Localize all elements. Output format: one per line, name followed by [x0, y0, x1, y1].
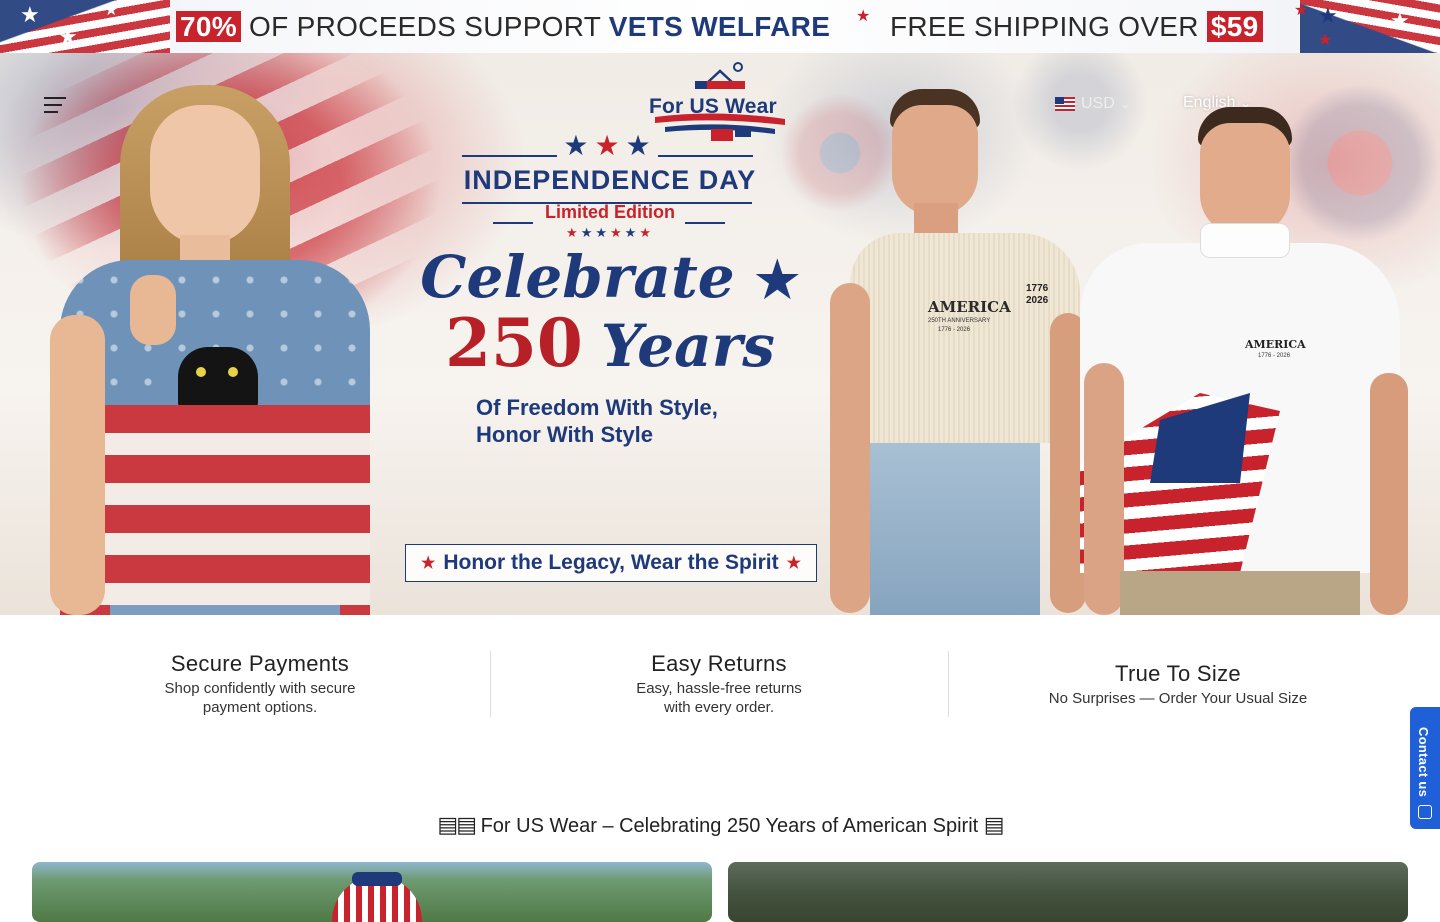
- shipping-amount: $59: [1206, 11, 1263, 42]
- announcement-bar: ★ ★ ★ ★ ★ ★ ★ ★ 70% OF PROCEEDS SUPPORT …: [0, 0, 1440, 53]
- years-number: 250: [445, 304, 583, 382]
- shirt2-print-years: 1776 - 2026: [1258, 353, 1291, 359]
- sleeve-year-1: 1776: [1026, 283, 1049, 294]
- logo-text: For US Wear: [649, 95, 777, 118]
- model-woman-image: [50, 85, 380, 615]
- contact-us-tab[interactable]: Contact us: [1410, 707, 1440, 829]
- tagline-line-1: Of Freedom With Style,: [476, 395, 718, 420]
- feature-desc: No Surprises — Order Your Usual Size: [1048, 690, 1308, 707]
- section-heading: ▤▤ For US Wear – Celebrating 250 Years o…: [0, 812, 1440, 838]
- feature-desc: Easy, hassle-free returns with every orde…: [636, 680, 802, 716]
- contact-us-label: Contact us: [1416, 727, 1431, 798]
- model-man-henley-image: AMERICA 250TH ANNIVERSARY 1776 - 2026 17…: [830, 83, 1090, 615]
- vets-welfare-text: VETS WELFARE: [608, 11, 831, 42]
- sleeve-year-2: 2026: [1026, 295, 1049, 306]
- section-heading-text: For US Wear – Celebrating 250 Years of A…: [480, 815, 979, 837]
- hero-headline: ★ ★ ★ INDEPENDENCE DAY Limited Edition ★★★…: [400, 131, 820, 582]
- shirt2-print-text: AMERICA: [1245, 338, 1306, 351]
- menu-icon[interactable]: [44, 97, 66, 113]
- shipping-message: FREE SHIPPING OVER $59: [890, 11, 1263, 43]
- feature-title: Easy Returns: [651, 651, 787, 676]
- hero-banner[interactable]: For US Wear USD ⌄ English ⌄ ★★★ INDEPEND…: [0, 53, 1440, 615]
- feature-desc: Shop confidently with secure payment opti…: [164, 680, 356, 716]
- legacy-text: Honor the Legacy, Wear the Spirit: [443, 551, 779, 574]
- shipping-text: FREE SHIPPING OVER: [890, 11, 1199, 42]
- star-icon: ★: [1318, 3, 1338, 28]
- star-icon: ★: [104, 2, 119, 19]
- flag-emoji-icon: ▤: [983, 812, 1005, 837]
- feature-easy-returns: Easy Returns Easy, hassle-free returns wi…: [490, 651, 948, 717]
- star-icon: ★: [1390, 8, 1410, 33]
- star-icon: ★: [856, 8, 871, 25]
- collection-card-image[interactable]: [728, 862, 1408, 922]
- star-icon: ★: [754, 250, 800, 309]
- years-heading: 250 Years: [400, 308, 820, 380]
- feature-title: Secure Payments: [170, 651, 350, 676]
- features-strip: Secure Payments Shop confidently with se…: [0, 615, 1440, 755]
- divider-line: [462, 202, 752, 204]
- star-icon: ★: [1318, 32, 1333, 49]
- flag-emoji-icon: ▤▤: [437, 812, 477, 837]
- collection-card-image[interactable]: [32, 862, 712, 922]
- divider-line: [685, 222, 725, 224]
- proceeds-text: OF PROCEEDS SUPPORT: [249, 11, 601, 42]
- star-icon: ★: [58, 24, 78, 49]
- independence-day-title: INDEPENDENCE DAY: [463, 165, 757, 195]
- divider-line: [658, 155, 753, 157]
- mini-stars-decoration: ★★★★★★: [566, 225, 654, 240]
- feature-title: True To Size: [1115, 661, 1241, 686]
- sleeve-print: 1776 2026: [1026, 283, 1066, 307]
- divider-line: [493, 222, 533, 224]
- shirt-print-years: 1776 - 2026: [938, 327, 971, 333]
- shirt-print-text: AMERICA: [928, 298, 1011, 316]
- percent-badge: 70%: [176, 11, 241, 42]
- star-icon: ★: [20, 2, 40, 27]
- star-icon: ★: [1294, 2, 1309, 19]
- celebrate-word: Celebrate: [420, 243, 735, 311]
- tagline-line-2: Honor With Style: [476, 422, 654, 447]
- feature-secure-payments: Secure Payments Shop confidently with se…: [31, 651, 489, 717]
- years-word: Years: [600, 312, 775, 380]
- star-icon: ★: [786, 555, 801, 572]
- shirt-print-subtext: 250TH ANNIVERSARY: [928, 318, 991, 324]
- celebrate-heading: Celebrate ★: [400, 245, 820, 312]
- limited-edition-label: Limited Edition: [545, 202, 675, 222]
- tagline: Of Freedom With Style, Honor With Style: [476, 394, 820, 448]
- model-man-polo-image: AMERICA 1776 - 2026: [1070, 93, 1420, 615]
- divider-line: [462, 155, 557, 157]
- proceeds-message: 70% OF PROCEEDS SUPPORT VETS WELFARE: [176, 11, 830, 43]
- star-icon: ★: [421, 555, 436, 572]
- feature-true-to-size: True To Size No Surprises — Order Your U…: [949, 661, 1407, 708]
- legacy-badge: ★ Honor the Legacy, Wear the Spirit ★: [405, 544, 817, 582]
